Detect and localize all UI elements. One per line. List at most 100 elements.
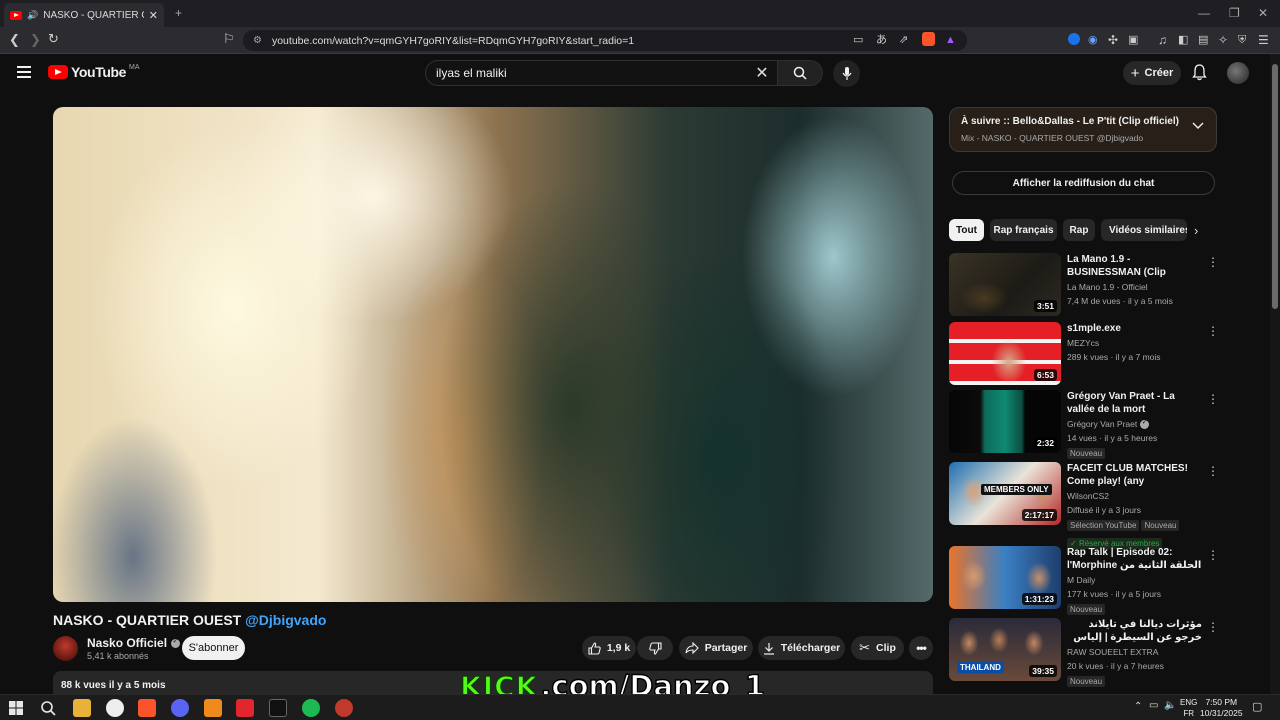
recommendation-channel[interactable]: WilsonCS2 bbox=[1067, 491, 1202, 501]
chevron-right-icon[interactable]: › bbox=[1194, 223, 1198, 238]
more-vertical-icon[interactable]: ⋮ bbox=[1207, 255, 1219, 269]
chip-rap[interactable]: Rap bbox=[1063, 219, 1095, 241]
speaker-icon[interactable]: 🔊 bbox=[27, 10, 38, 21]
recommendation-channel[interactable]: RAW SOUEELT EXTRA bbox=[1067, 647, 1202, 657]
vpn-shield-icon[interactable]: ⛨ bbox=[1238, 33, 1246, 47]
back-icon[interactable]: ❮ bbox=[9, 33, 20, 47]
video-title-handle-link[interactable]: @Djbigvado bbox=[245, 612, 326, 628]
obs-icon[interactable] bbox=[106, 699, 124, 717]
recommendation-item[interactable]: MEMBERS ONLY 2:17:17 FACEIT CLUB MATCHES… bbox=[949, 462, 1219, 549]
more-actions-button[interactable]: ••• bbox=[909, 636, 933, 660]
page-scrollbar[interactable] bbox=[1270, 54, 1280, 694]
discord-icon[interactable] bbox=[171, 699, 189, 717]
tray-overflow-icon[interactable]: ⌃ bbox=[1134, 701, 1142, 712]
recommendation-item[interactable]: 3:51 La Mano 1.9 - BUSINESSMAN (Clip Off… bbox=[949, 253, 1219, 317]
youtube-logo[interactable]: YouTube MA bbox=[48, 64, 140, 80]
network-icon[interactable]: ▭ bbox=[1149, 700, 1158, 711]
extension-blue-icon[interactable] bbox=[1068, 33, 1080, 45]
recommendation-title[interactable]: FACEIT CLUB MATCHES! Come play! (any ran… bbox=[1067, 462, 1202, 488]
bookmark-icon[interactable]: ⚐ bbox=[223, 32, 235, 46]
translate-icon[interactable]: あ bbox=[876, 33, 887, 47]
browser-tab[interactable]: 🔊 NASKO - QUARTIER OUEST @ ✕ bbox=[4, 3, 164, 27]
recommendation-channel[interactable]: M Daily bbox=[1067, 575, 1202, 585]
close-window-icon[interactable]: ✕ bbox=[1258, 6, 1268, 20]
wallet-icon[interactable]: ▤ bbox=[1198, 33, 1208, 47]
cast-icon[interactable]: ▭ bbox=[853, 33, 863, 47]
leo-ai-icon[interactable]: ✧ bbox=[1218, 33, 1228, 47]
clip-button[interactable]: ✂ Clip bbox=[851, 636, 904, 660]
brave-shield-icon[interactable] bbox=[922, 32, 935, 46]
like-button[interactable]: 1,9 k bbox=[582, 636, 636, 660]
spotify-icon[interactable] bbox=[302, 699, 320, 717]
chip-all[interactable]: Tout bbox=[949, 219, 984, 241]
input-language[interactable]: ENG FR bbox=[1180, 697, 1197, 719]
screenshot-icon[interactable]: ▣ bbox=[1128, 33, 1138, 47]
show-chat-replay-button[interactable]: Afficher la rediffusion du chat bbox=[952, 171, 1215, 195]
voice-search-button[interactable] bbox=[833, 60, 860, 87]
brave-rewards-icon[interactable]: ▲ bbox=[945, 33, 956, 47]
more-vertical-icon[interactable]: ⋮ bbox=[1207, 392, 1219, 406]
recommendation-item[interactable]: 6:53 s1mple.exe MEZYcs 289 k vues · il y… bbox=[949, 322, 1219, 386]
recommendation-title[interactable]: La Mano 1.9 - BUSINESSMAN (Clip Officiel… bbox=[1067, 253, 1202, 279]
sidebar-icon[interactable]: ◧ bbox=[1178, 33, 1188, 47]
recommendation-item[interactable]: 1:31:23 Rap Talk | Episode 02: l'Morphin… bbox=[949, 546, 1219, 615]
close-tab-icon[interactable]: ✕ bbox=[149, 9, 158, 22]
more-vertical-icon[interactable]: ⋮ bbox=[1207, 548, 1219, 562]
app-red-icon[interactable] bbox=[335, 699, 353, 717]
recommendation-title[interactable]: مؤثرات ديالنا في تايلاند خرجو عن السيطرة… bbox=[1067, 618, 1202, 644]
share-icon[interactable]: ⇗ bbox=[899, 33, 908, 47]
notifications-icon[interactable]: ▢ bbox=[1252, 700, 1262, 713]
subscribe-button[interactable]: S'abonner bbox=[182, 636, 245, 660]
scrollbar-thumb[interactable] bbox=[1272, 64, 1278, 309]
volume-icon[interactable]: 🔈 bbox=[1164, 700, 1176, 711]
site-info-icon[interactable]: ⚙ bbox=[253, 35, 262, 46]
search-icon[interactable] bbox=[39, 699, 57, 717]
forward-icon[interactable]: ❯ bbox=[30, 33, 41, 47]
recommendation-channel[interactable]: MEZYcs bbox=[1067, 338, 1202, 348]
create-button[interactable]: + Créer bbox=[1123, 61, 1181, 85]
more-vertical-icon[interactable]: ⋮ bbox=[1207, 620, 1219, 634]
extensions-icon[interactable]: ✣ bbox=[1108, 33, 1118, 47]
channel-avatar[interactable] bbox=[53, 636, 78, 661]
windows-start-icon[interactable] bbox=[7, 699, 25, 717]
chip-rap-francais[interactable]: Rap français bbox=[990, 219, 1057, 241]
system-clock[interactable]: 7:50 PM 10/31/2025 bbox=[1200, 697, 1243, 719]
guide-menu-icon[interactable] bbox=[17, 66, 31, 78]
share-button[interactable]: Partager bbox=[679, 636, 753, 660]
more-vertical-icon[interactable]: ⋮ bbox=[1207, 324, 1219, 338]
brave-browser-icon[interactable] bbox=[138, 699, 156, 717]
video-thumbnail[interactable]: MEMBERS ONLY 2:17:17 bbox=[949, 462, 1061, 525]
download-button[interactable]: Télécharger bbox=[758, 636, 845, 660]
recommendation-item[interactable]: THAILAND 39:35 مؤثرات ديالنا في تايلاند … bbox=[949, 618, 1219, 687]
chevron-down-icon[interactable] bbox=[1192, 122, 1204, 130]
file-explorer-icon[interactable] bbox=[73, 699, 91, 717]
video-thumbnail[interactable]: 3:51 bbox=[949, 253, 1061, 316]
media-icon[interactable]: ♫ bbox=[1158, 33, 1167, 47]
search-button[interactable] bbox=[777, 61, 822, 85]
recommendation-title[interactable]: Grégory Van Praet - La vallée de la mort… bbox=[1067, 390, 1202, 416]
new-tab-icon[interactable]: + bbox=[175, 6, 182, 20]
notifications-bell-icon[interactable] bbox=[1192, 64, 1207, 81]
video-thumbnail[interactable]: 2:32 bbox=[949, 390, 1061, 453]
video-thumbnail[interactable]: THAILAND 39:35 bbox=[949, 618, 1061, 681]
recommendation-title[interactable]: Rap Talk | Episode 02: l'Morphine الحلقة… bbox=[1067, 546, 1202, 572]
app-icon[interactable] bbox=[204, 699, 222, 717]
chip-related[interactable]: Vidéos similaires bbox=[1101, 219, 1187, 241]
game-launcher-icon[interactable] bbox=[236, 699, 254, 717]
video-thumbnail[interactable]: 6:53 bbox=[949, 322, 1061, 385]
app-dark-icon[interactable] bbox=[269, 699, 287, 717]
video-thumbnail[interactable]: 1:31:23 bbox=[949, 546, 1061, 609]
channel-name[interactable]: Nasko Officiel bbox=[87, 636, 181, 650]
minimize-icon[interactable]: — bbox=[1198, 6, 1210, 20]
menu-icon[interactable]: ☰ bbox=[1258, 33, 1269, 47]
more-vertical-icon[interactable]: ⋮ bbox=[1207, 464, 1219, 478]
recommendation-title[interactable]: s1mple.exe bbox=[1067, 322, 1202, 335]
recommendation-channel[interactable]: Grégory Van Praet bbox=[1067, 418, 1202, 429]
video-player[interactable] bbox=[53, 107, 933, 602]
recommendation-channel[interactable]: La Mano 1.9 - Officiel bbox=[1067, 282, 1202, 292]
account-avatar[interactable] bbox=[1227, 62, 1249, 84]
dislike-button[interactable] bbox=[637, 636, 673, 660]
extension-sound-icon[interactable]: ◉ bbox=[1088, 33, 1098, 47]
up-next-panel[interactable]: À suivre :: Bello&Dallas - Le P'tit (Cli… bbox=[949, 107, 1217, 152]
clear-search-icon[interactable]: ✕ bbox=[747, 63, 777, 83]
